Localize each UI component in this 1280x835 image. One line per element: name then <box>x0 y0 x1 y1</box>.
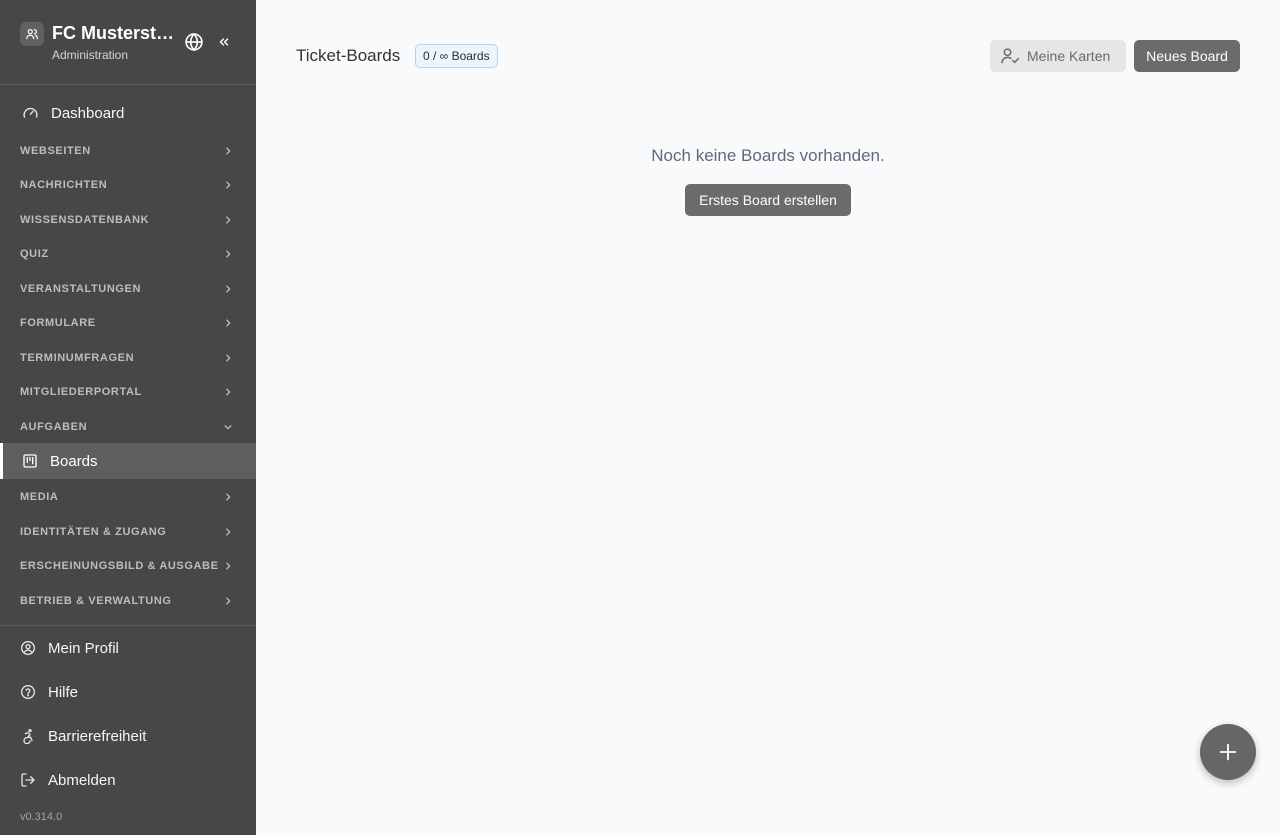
section-formulare[interactable]: FORMULARE <box>0 308 256 338</box>
section-label: WEBSEITEN <box>20 145 91 157</box>
section-label: VERANSTALTUNGEN <box>20 283 142 295</box>
section-wissensdatenbank[interactable]: WISSENSDATENBANK <box>0 205 256 235</box>
chevron-right-icon <box>222 317 234 329</box>
sidebar-item-label: Hilfe <box>48 683 79 701</box>
section-label: MEDIA <box>20 491 59 503</box>
section-mitgliederportal[interactable]: MITGLIEDERPORTAL <box>0 377 256 407</box>
section-label: ERSCHEINUNGSBILD & AUSGABE <box>20 560 219 572</box>
accessibility-icon <box>23 729 33 744</box>
chevron-right-icon <box>222 145 234 157</box>
chevron-right-icon <box>222 560 234 572</box>
section-aufgaben[interactable]: AUFGABEN <box>0 412 256 442</box>
new-board-button[interactable]: Neues Board <box>1134 40 1240 72</box>
sidebar-item-help[interactable]: Hilfe <box>0 674 256 710</box>
chevron-right-icon <box>222 179 234 191</box>
section-identitaeten-zugang[interactable]: IDENTITÄTEN & ZUGANG <box>0 517 256 547</box>
chevron-right-icon <box>222 526 234 538</box>
my-cards-button[interactable]: Meine Karten <box>990 40 1126 72</box>
section-label: FORMULARE <box>20 317 96 329</box>
kanban-icon <box>23 454 37 468</box>
sidebar-item-label: Abmelden <box>48 771 116 789</box>
empty-state-message: Noch keine Boards vorhanden. <box>651 146 885 165</box>
gauge-icon <box>23 107 38 118</box>
section-erscheinungsbild-ausgabe[interactable]: ERSCHEINUNGSBILD & AUSGABE <box>0 551 256 581</box>
sidebar-divider <box>0 625 256 626</box>
user-check-icon <box>1001 48 1020 64</box>
log-out-icon <box>21 773 35 787</box>
sidebar-item-logout[interactable]: Abmelden <box>0 762 256 798</box>
sidebar-item-profile[interactable]: Mein Profil <box>0 630 256 666</box>
section-webseiten[interactable]: WEBSEITEN <box>0 136 256 166</box>
sidebar-item-dashboard[interactable]: Dashboard <box>0 96 256 130</box>
create-first-board-button[interactable]: Erstes Board erstellen <box>685 184 851 216</box>
section-label: BETRIEB & VERWALTUNG <box>20 595 172 607</box>
chevron-right-icon <box>222 283 234 295</box>
section-quiz[interactable]: QUIZ <box>0 239 256 269</box>
add-fab-button[interactable] <box>1200 724 1256 780</box>
chevron-right-icon <box>222 491 234 503</box>
chevron-down-icon <box>222 421 234 433</box>
section-label: AUFGABEN <box>20 421 88 433</box>
chevrons-left-icon[interactable] <box>215 33 233 51</box>
section-terminumfragen[interactable]: TERMINUMFRAGEN <box>0 343 256 373</box>
org-subtitle: Administration <box>52 48 129 62</box>
page-title: Ticket-Boards <box>296 46 401 65</box>
sidebar-item-label: Barrierefreiheit <box>48 727 147 745</box>
globe-icon[interactable] <box>183 31 205 53</box>
section-label: WISSENSDATENBANK <box>20 214 150 226</box>
sidebar-item-accessibility[interactable]: Barrierefreiheit <box>0 718 256 754</box>
section-label: NACHRICHTEN <box>20 179 108 191</box>
chevron-right-icon <box>222 595 234 607</box>
help-circle-icon <box>21 685 35 699</box>
section-label: QUIZ <box>20 248 49 260</box>
section-label: IDENTITÄTEN & ZUGANG <box>20 526 167 538</box>
sidebar-header: FC Musterst… Administration <box>0 0 256 85</box>
sidebar-item-label: Mein Profil <box>48 639 119 657</box>
chevron-right-icon <box>222 386 234 398</box>
user-circle-icon <box>21 641 35 655</box>
sidebar-item-label: Boards <box>50 452 98 470</box>
section-media[interactable]: MEDIA <box>0 482 256 512</box>
section-label: TERMINUMFRAGEN <box>20 352 135 364</box>
section-nachrichten[interactable]: NACHRICHTEN <box>0 170 256 200</box>
chevron-right-icon <box>222 248 234 260</box>
chevron-right-icon <box>222 352 234 364</box>
section-label: MITGLIEDERPORTAL <box>20 386 142 398</box>
sidebar-item-label: Dashboard <box>51 104 125 122</box>
sidebar: FC Musterst… Administration Dashboard WE… <box>0 0 256 835</box>
plus-icon <box>1219 743 1237 761</box>
org-name: FC Musterst… <box>52 23 175 43</box>
section-veranstaltungen[interactable]: VERANSTALTUNGEN <box>0 274 256 304</box>
board-count-badge: 0 / ∞ Boards <box>415 44 498 68</box>
my-cards-label: Meine Karten <box>1027 48 1111 64</box>
chevron-right-icon <box>222 214 234 226</box>
version-label: v0.314.0 <box>20 811 63 823</box>
org-avatar-icon <box>20 22 44 46</box>
sidebar-item-boards[interactable]: Boards <box>0 443 256 479</box>
section-betrieb-verwaltung[interactable]: BETRIEB & VERWALTUNG <box>0 586 256 616</box>
